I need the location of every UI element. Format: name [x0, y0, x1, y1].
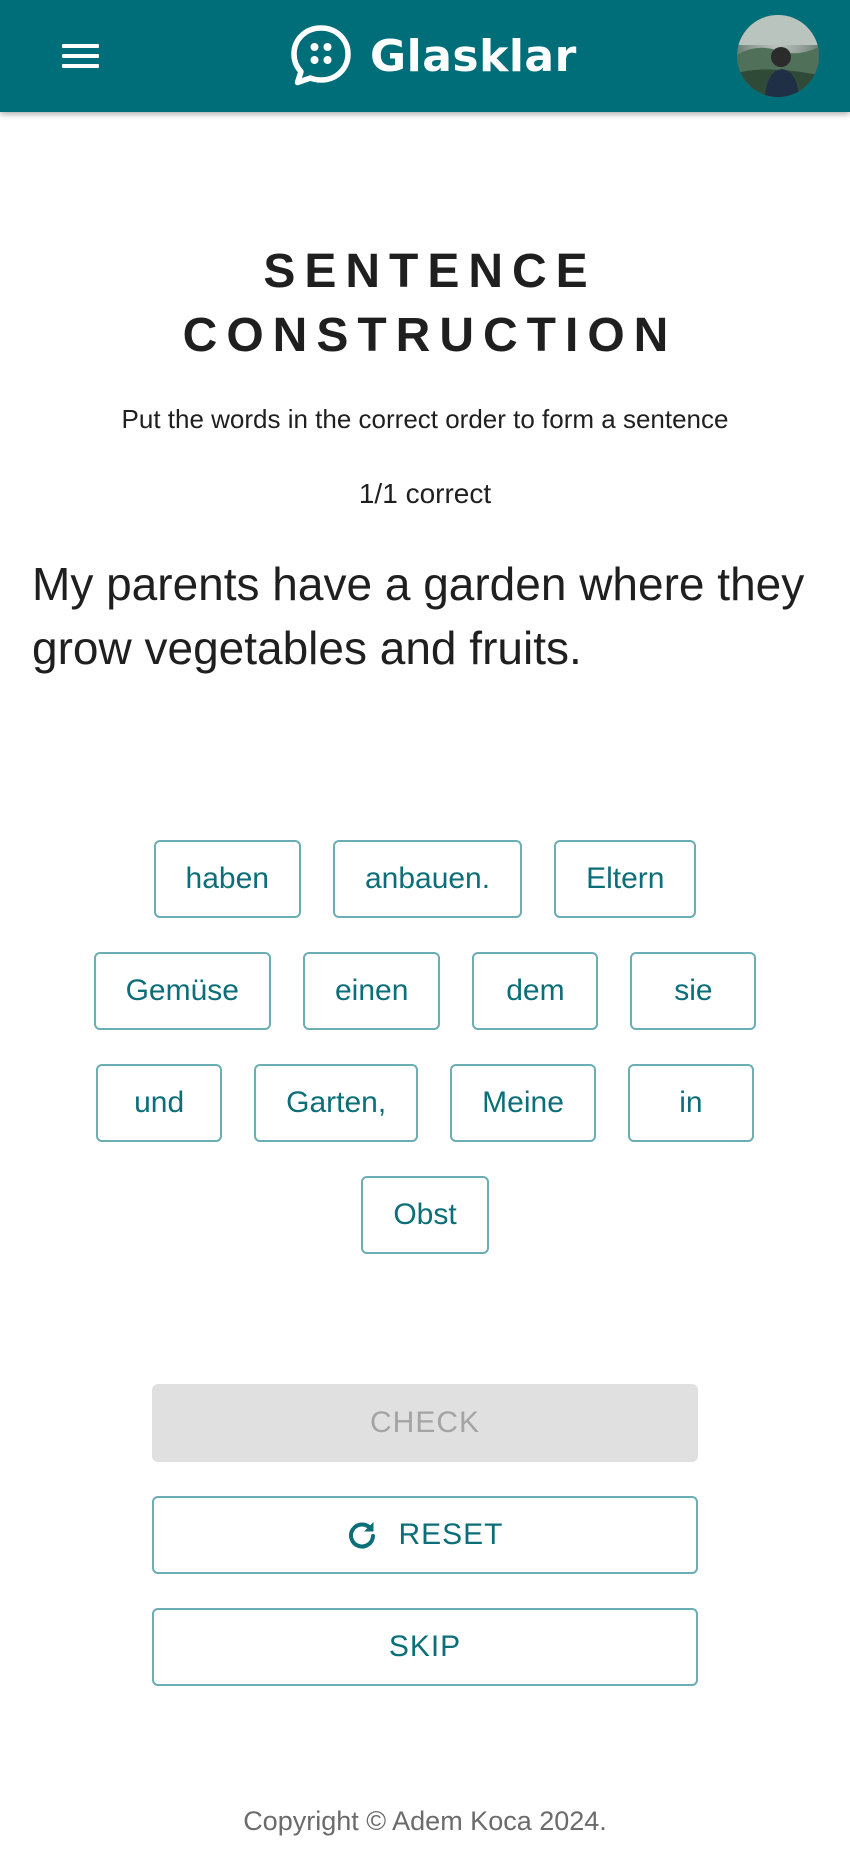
check-button-label: CHECK: [369, 1406, 480, 1439]
skip-button[interactable]: SKIP: [152, 1608, 698, 1686]
progress-counter: 1/1 correct: [358, 478, 492, 509]
check-button[interactable]: CHECK: [152, 1384, 698, 1462]
exercise-instruction: Put the words in the correct order to fo…: [121, 404, 729, 434]
hamburger-menu-icon: [62, 44, 99, 48]
brand-home-link[interactable]: Glasklar: [288, 22, 577, 90]
footer-copyright: Copyright © Adem Koca 2024.: [243, 1806, 607, 1836]
word-chip[interactable]: anbauen.: [332, 840, 523, 918]
word-chip[interactable]: und: [96, 1064, 223, 1142]
source-sentence: My parents have a garden where they grow…: [32, 558, 805, 674]
page-title: SENTENCE CONSTRUCTION: [182, 245, 678, 362]
user-avatar[interactable]: [737, 15, 819, 97]
word-chip[interactable]: Obst: [361, 1176, 489, 1254]
word-chip[interactable]: Eltern: [554, 840, 697, 918]
word-chip[interactable]: einen: [302, 952, 441, 1030]
skip-button-label: SKIP: [388, 1630, 462, 1663]
hamburger-menu-icon-line: [62, 54, 99, 58]
word-chip[interactable]: Garten,: [254, 1064, 419, 1142]
app-bar: Glasklar: [0, 0, 850, 112]
word-chip[interactable]: haben: [153, 840, 301, 918]
word-chip[interactable]: in: [627, 1064, 754, 1142]
refresh-icon: [349, 1522, 376, 1549]
word-chip[interactable]: Meine: [450, 1064, 596, 1142]
reset-button-label: RESET: [398, 1518, 504, 1551]
word-chip[interactable]: dem: [472, 952, 599, 1030]
reset-button[interactable]: RESET: [152, 1496, 698, 1574]
brand-name: Glasklar: [370, 30, 577, 82]
hamburger-menu-icon-line: [62, 64, 99, 68]
word-chip[interactable]: Gemüse: [93, 952, 271, 1030]
user-avatar-photo: [737, 15, 819, 97]
chat-bubble-dots-icon: [291, 25, 351, 86]
word-bank: haben anbauen. Eltern Gemüse einen dem s…: [60, 840, 790, 1254]
menu-button[interactable]: [50, 34, 110, 78]
word-chip[interactable]: sie: [630, 952, 757, 1030]
